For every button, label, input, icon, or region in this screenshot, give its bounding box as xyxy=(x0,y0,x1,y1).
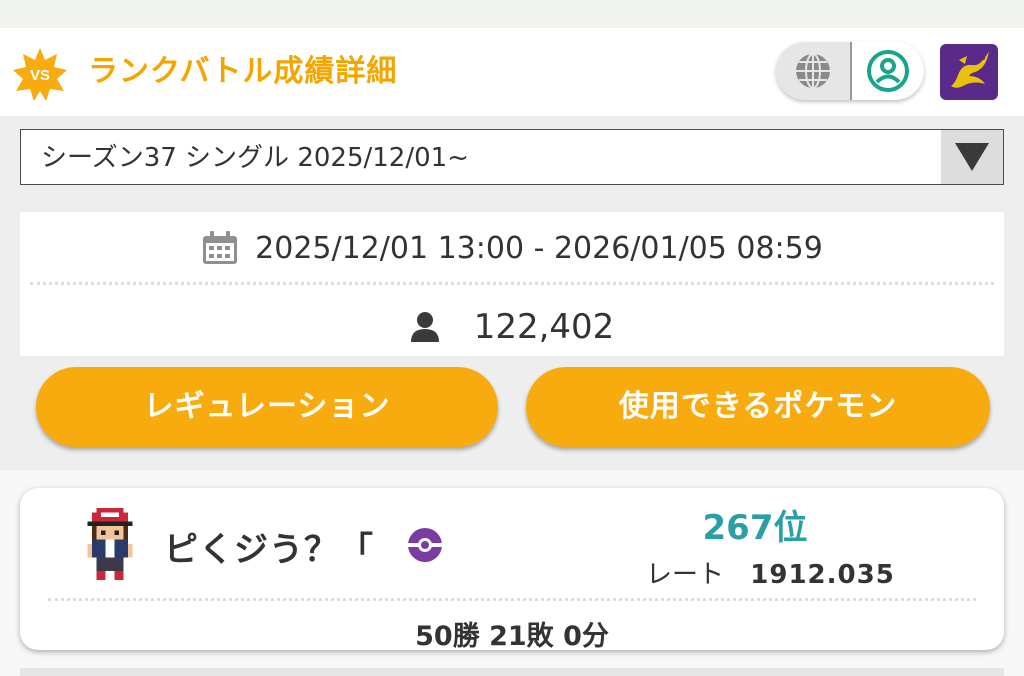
usable-pokemon-button[interactable]: 使用できるポケモン xyxy=(526,367,990,447)
player-count-value: 122,402 xyxy=(473,307,615,347)
season-info-card: 2025/12/01 13:00 - 2026/01/05 08:59 122,… xyxy=(20,212,1004,356)
season-select-area: シーズン37 シングル 2025/12/01~ xyxy=(0,116,1024,200)
divider xyxy=(48,598,976,601)
account-icon xyxy=(867,50,909,92)
trainer-avatar xyxy=(87,508,133,580)
header-toggle-group xyxy=(776,42,924,100)
page-title: ランクバトル成績詳細 xyxy=(88,54,398,89)
legendary-dragon-icon[interactable] xyxy=(940,44,998,100)
season-period: 2025/12/01 13:00 - 2026/01/05 08:59 xyxy=(20,226,1004,270)
dropdown-arrow-icon[interactable] xyxy=(941,130,1003,184)
player-card[interactable]: ピくジう？「 267位 レート 1912.035 50勝 21敗 0分 xyxy=(20,488,1004,652)
player-count: 122,402 xyxy=(20,304,1004,350)
master-ball-icon xyxy=(408,528,442,562)
calendar-icon xyxy=(203,231,238,264)
next-card-edge xyxy=(20,668,1004,676)
player-name: ピくジう？「 xyxy=(164,530,374,570)
player-rank: 267位 xyxy=(702,508,808,548)
season-select[interactable]: シーズン37 シングル 2025/12/01~ xyxy=(20,129,1004,185)
regulation-button[interactable]: レギュレーション xyxy=(36,367,498,447)
divider xyxy=(30,282,994,285)
svg-text:VS: VS xyxy=(30,67,50,84)
player-rate: レート 1912.035 xyxy=(646,554,895,591)
season-period-text: 2025/12/01 13:00 - 2026/01/05 08:59 xyxy=(255,230,823,266)
globe-icon xyxy=(796,53,830,89)
vs-badge-icon: VS xyxy=(12,46,68,102)
win-loss-record: 50勝 21敗 0分 xyxy=(415,621,609,652)
season-select-value: シーズン37 シングル 2025/12/01~ xyxy=(41,143,469,173)
rate-value: 1912.035 xyxy=(750,560,895,590)
rate-label: レート xyxy=(646,560,725,590)
top-strip xyxy=(0,0,1024,28)
language-button[interactable] xyxy=(776,42,850,100)
header: VS ランクバトル成績詳細 xyxy=(0,28,1024,116)
person-icon xyxy=(410,312,439,342)
account-button[interactable] xyxy=(852,42,924,100)
